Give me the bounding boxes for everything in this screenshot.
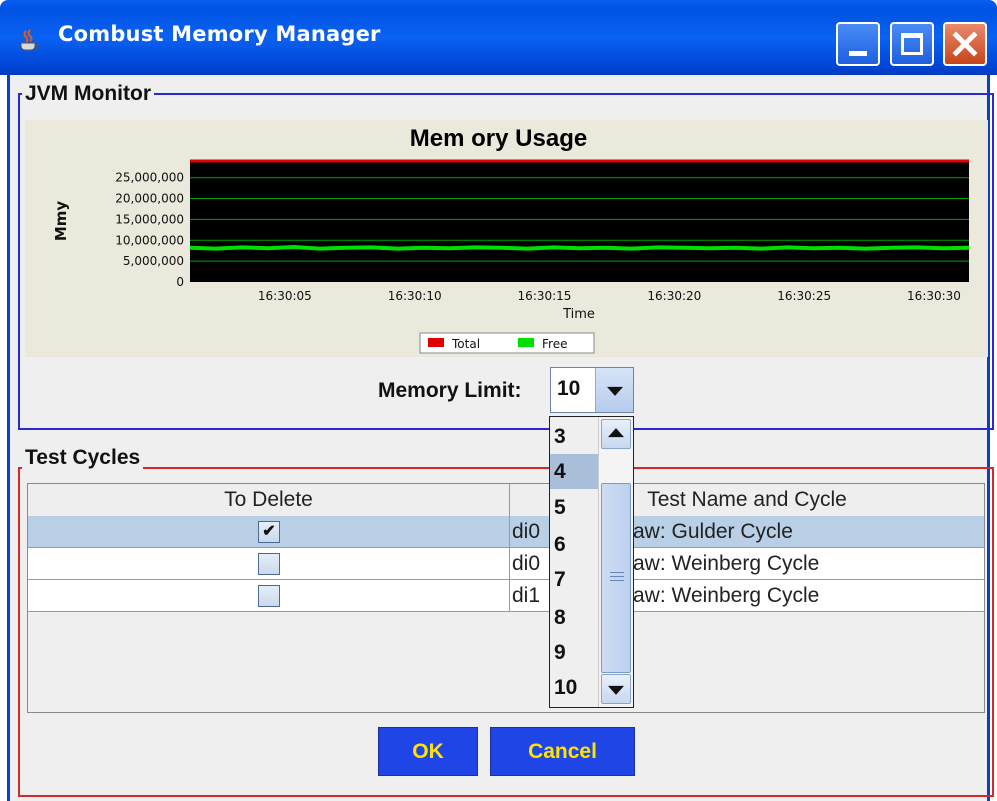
memory-limit-label: Memory Limit:: [378, 379, 522, 402]
table-header: To Delete Test Name and Cycle: [28, 484, 984, 517]
plot-area: [190, 161, 969, 282]
dropdown-option[interactable]: 10: [550, 670, 598, 705]
y-tick-label: 15,000,000: [115, 212, 184, 226]
chevron-down-icon: [608, 685, 624, 695]
x-tick-label: 16:30:15: [518, 289, 572, 303]
legend-total-label: Total: [451, 337, 480, 351]
y-tick-label: 20,000,000: [115, 192, 184, 206]
x-axis-label: Time: [562, 307, 595, 322]
x-tick-label: 16:30:25: [777, 289, 831, 303]
y-tick-label: 0: [176, 275, 184, 289]
test-cycles-title: Test Cycles: [22, 446, 144, 470]
dropdown-option[interactable]: 4: [550, 454, 598, 489]
column-header-to-delete[interactable]: To Delete: [28, 484, 510, 516]
x-tick-label: 16:30:30: [907, 289, 961, 303]
ok-button[interactable]: OK: [378, 727, 478, 776]
dropdown-option[interactable]: 9: [550, 635, 598, 670]
y-tick-label: 10,000,000: [115, 233, 184, 247]
memory-limit-value: 10: [557, 377, 581, 400]
memory-limit-dropdown-list[interactable]: 3 4 5 6 7 8 9 10: [549, 416, 634, 708]
test-name-prefix: di1: [512, 584, 541, 607]
test-name-prefix: di0: [512, 552, 541, 575]
dropdown-option[interactable]: 6: [550, 527, 598, 562]
chevron-up-icon: [608, 428, 624, 438]
delete-checkbox[interactable]: [258, 585, 280, 607]
legend-box: [419, 332, 595, 354]
x-tick-label: 16:30:20: [647, 289, 701, 303]
legend-free-swatch: [518, 338, 534, 347]
x-tick-label: 16:30:05: [258, 289, 312, 303]
y-tick-label: 25,000,000: [115, 171, 184, 185]
test-name-suffix: aw: Weinberg Cycle: [633, 584, 820, 607]
test-cycles-table: To Delete Test Name and Cycle ✔ di0 aw: …: [27, 483, 985, 713]
test-name-suffix: aw: Gulder Cycle: [633, 520, 793, 543]
y-axis-label: Mmy: [52, 201, 70, 242]
grip-line: [610, 580, 624, 581]
memory-limit-combobox[interactable]: 10: [550, 367, 634, 413]
legend-total-swatch: [428, 338, 444, 347]
grip-line: [610, 572, 624, 573]
scroll-thumb[interactable]: [601, 483, 631, 673]
delete-cell: ✔: [28, 516, 510, 547]
app-window: Combust Memory Manager JVM Monitor Mem o…: [0, 0, 997, 801]
delete-checkbox[interactable]: ✔: [258, 521, 280, 543]
table-row[interactable]: ✔ di0 aw: Gulder Cycle: [28, 516, 984, 548]
legend-free-label: Free: [542, 337, 567, 351]
dropdown-option[interactable]: 7: [550, 562, 598, 597]
scroll-down-button[interactable]: [601, 674, 631, 704]
dropdown-option[interactable]: 3: [550, 419, 598, 454]
table-row[interactable]: di1 aw: Weinberg Cycle: [28, 580, 984, 612]
dropdown-option[interactable]: 8: [550, 600, 598, 635]
series-free-line: [189, 244, 970, 251]
y-tick-label: 5,000,000: [123, 254, 184, 268]
delete-cell: [28, 580, 510, 611]
cancel-button[interactable]: Cancel: [490, 727, 635, 776]
delete-checkbox[interactable]: [258, 553, 280, 575]
test-name-prefix: di0: [512, 520, 541, 543]
combobox-arrow-button[interactable]: [595, 368, 633, 412]
x-tick-label: 16:30:10: [388, 289, 442, 303]
delete-cell: [28, 548, 510, 579]
scroll-up-button[interactable]: [601, 419, 631, 449]
grip-line: [610, 576, 624, 577]
dropdown-scrollbar[interactable]: [598, 417, 633, 707]
test-name-suffix: aw: Weinberg Cycle: [633, 552, 820, 575]
chevron-down-icon: [606, 386, 623, 396]
dropdown-option[interactable]: 5: [550, 490, 598, 525]
table-row[interactable]: di0 aw: Weinberg Cycle: [28, 548, 984, 580]
